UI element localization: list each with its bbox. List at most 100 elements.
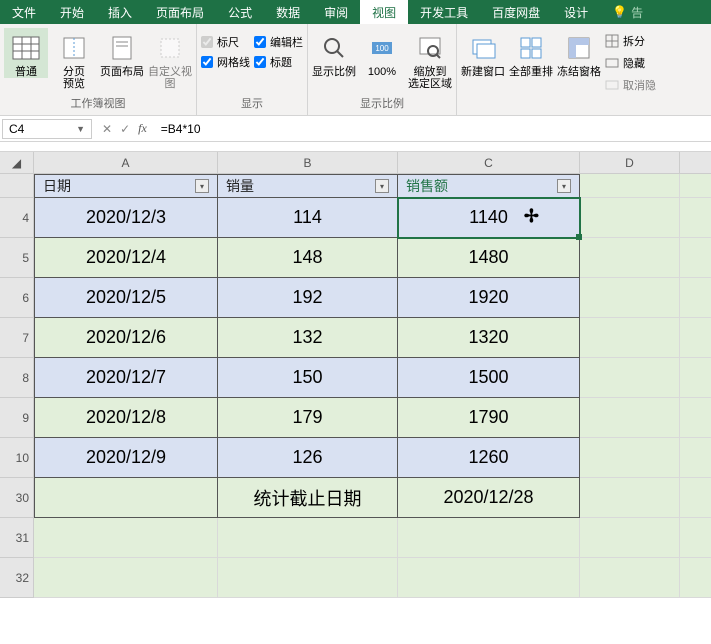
row-header-4[interactable]: 4 [0,198,34,238]
filter-dropdown-icon[interactable]: ▾ [375,179,389,193]
cell-empty[interactable] [680,318,711,358]
chk-ruler[interactable]: 标尺 [201,34,250,50]
cell-date[interactable]: 2020/12/4 [34,238,218,278]
cell-date[interactable]: 2020/12/8 [34,398,218,438]
tab-pagelayout[interactable]: 页面布局 [144,0,216,24]
cell-empty[interactable] [580,238,680,278]
btn-page-layout-view[interactable]: 页面布局 [100,28,144,78]
btn-zoom-selection[interactable]: 缩放到 选定区域 [408,28,452,90]
cell-date[interactable]: 2020/12/7 [34,358,218,398]
header-date[interactable]: 日期▾ [34,174,218,198]
row-header-30[interactable]: 30 [0,478,34,518]
name-box-dropdown-icon[interactable]: ▼ [76,124,85,134]
cell-empty[interactable] [680,478,711,518]
cell-empty[interactable] [580,318,680,358]
btn-pagebreak-preview[interactable]: 分页 预览 [52,28,96,90]
cell-empty[interactable] [680,198,711,238]
row-header-5[interactable]: 5 [0,238,34,278]
cell-empty[interactable] [34,518,218,558]
btn-zoom[interactable]: 显示比例 [312,28,356,78]
col-header-D[interactable]: D [580,152,680,174]
tab-view[interactable]: 视图 [360,0,408,24]
btn-new-window[interactable]: 新建窗口 [461,28,505,78]
cell-empty[interactable] [218,518,398,558]
cell-empty[interactable] [34,478,218,518]
cell-date[interactable]: 2020/12/5 [34,278,218,318]
cell-qty[interactable]: 148 [218,238,398,278]
cell-date[interactable]: 2020/12/6 [34,318,218,358]
cell-qty[interactable]: 126 [218,438,398,478]
cell-empty[interactable] [680,238,711,278]
cell-empty[interactable] [680,438,711,478]
cell-qty[interactable]: 114 [218,198,398,238]
cell-empty[interactable] [580,278,680,318]
btn-zoom-100[interactable]: 100 100% [360,28,404,78]
cell-empty[interactable] [680,518,711,558]
row-header-3[interactable] [0,174,34,198]
cell-empty[interactable] [580,174,680,198]
header-amount[interactable]: 销售额▾ [398,174,580,198]
cell-empty[interactable] [680,558,711,598]
accept-formula-icon[interactable]: ✓ [120,122,130,136]
cell-amount[interactable]: 1140✢ [398,198,580,238]
row-header-31[interactable]: 31 [0,518,34,558]
tab-home[interactable]: 开始 [48,0,96,24]
cell-empty[interactable] [34,558,218,598]
filter-dropdown-icon[interactable]: ▾ [557,179,571,193]
cell-empty[interactable] [680,398,711,438]
cell-empty[interactable] [580,358,680,398]
row-header-32[interactable]: 32 [0,558,34,598]
btn-split[interactable]: 拆分 [605,32,656,50]
row-header-6[interactable]: 6 [0,278,34,318]
row-header-7[interactable]: 7 [0,318,34,358]
tab-design[interactable]: 设计 [552,0,600,24]
row-header-8[interactable]: 8 [0,358,34,398]
row-header-10[interactable]: 10 [0,438,34,478]
cell-empty[interactable] [680,174,711,198]
chk-headings[interactable]: 标题 [254,54,303,70]
chk-formulabar[interactable]: 编辑栏 [254,34,303,50]
tab-data[interactable]: 数据 [264,0,312,24]
tab-formulas[interactable]: 公式 [216,0,264,24]
cell-amount[interactable]: 1500 [398,358,580,398]
cell-amount[interactable]: 1260 [398,438,580,478]
cancel-formula-icon[interactable]: ✕ [102,122,112,136]
cell-qty[interactable]: 132 [218,318,398,358]
tab-insert[interactable]: 插入 [96,0,144,24]
fx-icon[interactable]: fx [138,121,147,136]
btn-unhide[interactable]: 取消隐 [605,76,656,94]
cell-empty[interactable] [680,358,711,398]
cell-amount[interactable]: 1320 [398,318,580,358]
tab-review[interactable]: 审阅 [312,0,360,24]
col-header-C[interactable]: C [398,152,580,174]
btn-arrange-all[interactable]: 全部重排 [509,28,553,78]
cell-qty[interactable]: 192 [218,278,398,318]
chk-gridlines[interactable]: 网格线 [201,54,250,70]
cell-empty[interactable] [580,198,680,238]
cell-empty[interactable] [580,398,680,438]
btn-normal-view[interactable]: 普通 [4,28,48,78]
tab-file[interactable]: 文件 [0,0,48,24]
cell-amount[interactable]: 1480 [398,238,580,278]
btn-custom-view[interactable]: 自定义视图 [148,28,192,90]
cell-qty[interactable]: 179 [218,398,398,438]
filter-dropdown-icon[interactable]: ▾ [195,179,209,193]
cell-empty[interactable] [580,558,680,598]
btn-freeze-panes[interactable]: 冻结窗格 [557,28,601,78]
name-box[interactable]: C4 ▼ [2,119,92,139]
select-all-corner[interactable]: ◢ [0,152,34,174]
cell-empty[interactable] [398,558,580,598]
cell-date[interactable]: 2020/12/3 [34,198,218,238]
cell-amount[interactable]: 1920 [398,278,580,318]
cell-summary-label[interactable]: 统计截止日期 [218,478,398,518]
cell-empty[interactable] [398,518,580,558]
formula-input[interactable] [155,119,711,139]
row-header-9[interactable]: 9 [0,398,34,438]
btn-hide[interactable]: 隐藏 [605,54,656,72]
cell-qty[interactable]: 150 [218,358,398,398]
cell-date[interactable]: 2020/12/9 [34,438,218,478]
cell-empty[interactable] [580,438,680,478]
cell-amount[interactable]: 1790 [398,398,580,438]
tab-tellme[interactable]: 💡告 [600,0,655,24]
cell-empty[interactable] [580,518,680,558]
